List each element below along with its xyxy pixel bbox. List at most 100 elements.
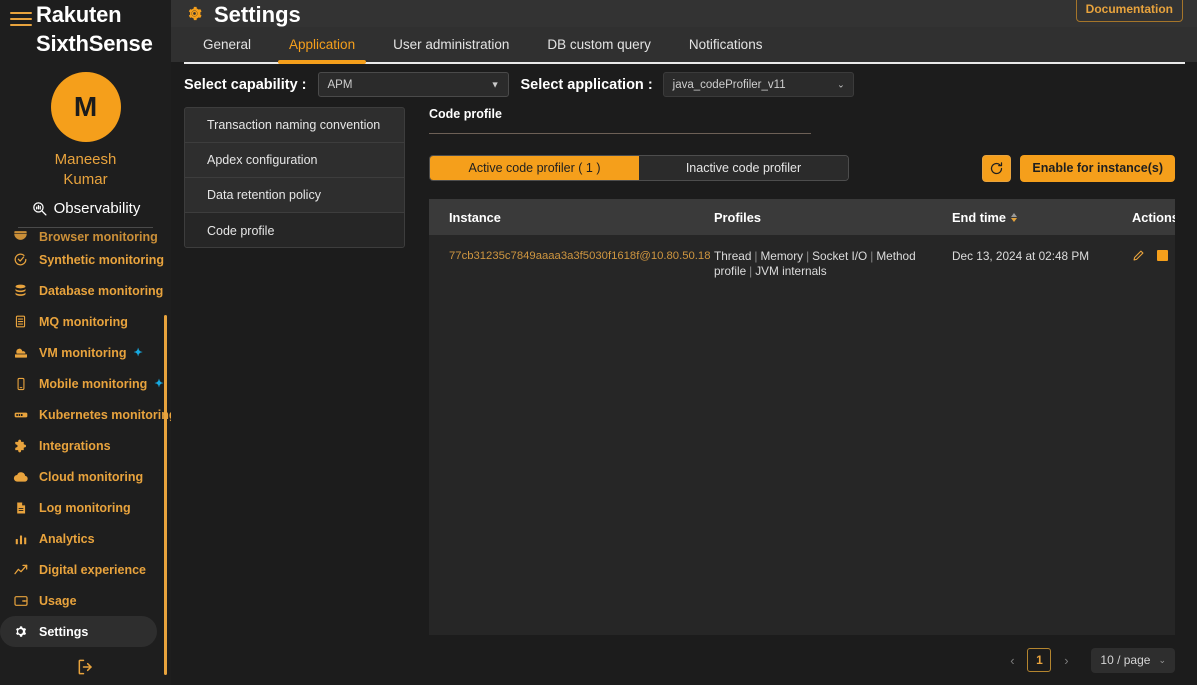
code-profile-panel: Code profile Active code profiler ( 1 ) I… [429,107,1175,635]
chevron-down-icon: ⌄ [1158,654,1166,665]
sort-icon[interactable] [1011,212,1018,222]
tab-db-custom-query[interactable]: DB custom query [528,27,670,62]
sidebar-item-synthetic-monitoring[interactable]: Synthetic monitoring [0,244,171,275]
sidebar-item-mq-monitoring[interactable]: MQ monitoring [0,306,171,337]
cell-profiles: Thread | Memory | Socket I/O | Method profile |… [714,249,952,279]
submenu-item-apdex-configuration[interactable]: Apdex configuration [185,143,404,178]
column-header-end-time[interactable]: End time [952,210,1132,225]
panel-actions: Enable for instance(s) [982,154,1175,182]
table-header: Instance Profiles End time Actions [429,199,1175,235]
refresh-button[interactable] [982,154,1012,182]
gear-icon [12,623,29,640]
vm-icon [12,344,29,361]
sidebar-item-log-monitoring[interactable]: Log monitoring [0,492,171,523]
ai-sparkle-icon: ✦ [133,347,143,359]
mobile-icon [12,375,29,392]
pagination-next-button[interactable]: › [1055,649,1077,671]
sidebar-item-label: Mobile monitoring [39,376,148,391]
sidebar-scrollbar[interactable] [164,315,167,675]
sidebar-item-label: MQ monitoring [39,314,128,329]
logout-button[interactable] [0,657,171,677]
sidebar-item-integrations[interactable]: Integrations [0,430,171,461]
log-icon [12,499,29,516]
pagination-prev-button[interactable]: ‹ [1001,649,1023,671]
observability-section[interactable]: Observability [0,200,171,217]
browser-icon [12,230,29,244]
submenu-item-code-profile[interactable]: Code profile [185,213,404,247]
tab-application[interactable]: Application [270,27,374,64]
column-header-actions: Actions [1132,209,1175,225]
tab-user-administration[interactable]: User administration [374,27,528,62]
instances-table: Instance Profiles End time Actions 77cb3… [429,199,1175,635]
sidebar-item-label: Usage [39,593,77,608]
sidebar-item-label: Kubernetes monitoring [39,407,171,422]
edit-icon[interactable] [1132,249,1145,262]
profile-tag: Memory [760,249,804,263]
sidebar-item-settings[interactable]: Settings [0,616,157,647]
documentation-button[interactable]: Documentation [1075,0,1183,22]
profiler-toggle-group: Active code profiler ( 1 ) Inactive code … [429,155,849,181]
user-name: Maneesh Kumar [0,150,171,190]
profile-separator: | [870,249,874,263]
brand-line-1: Rakuten [36,2,122,27]
user-name-line-1: Maneesh [54,151,117,168]
hamburger-menu-icon[interactable] [10,12,32,26]
main-area: Settings Documentation General Applicatio… [171,0,1197,685]
sidebar-item-label: Synthetic monitoring [39,252,164,267]
sidebar-item-label: Digital experience [39,562,146,577]
sidebar-item-mobile-monitoring[interactable]: Mobile monitoring ✦ [0,368,171,399]
enable-for-instances-button[interactable]: Enable for instance(s) [1020,154,1175,182]
refresh-icon [991,161,1003,174]
stop-icon[interactable] [1157,250,1168,261]
ai-sparkle-icon: ✦ [154,378,164,390]
cloud-icon [12,468,29,485]
sidebar-item-analytics[interactable]: Analytics [0,523,171,554]
selector-row: Select capability : APM ▼ Select applica… [171,62,1197,107]
magnifier-chart-icon [31,200,48,217]
sidebar-item-label: Integrations [39,438,111,453]
mq-icon [12,313,29,330]
tab-notifications[interactable]: Notifications [670,27,782,62]
sidebar-item-database-monitoring[interactable]: Database monitoring [0,275,171,306]
profile-separator: | [749,264,753,278]
column-header-profiles: Profiles [714,209,761,225]
pagination-page-1[interactable]: 1 [1027,648,1052,672]
cell-instance[interactable]: 77cb31235c7849aaaa3a3f5030f1618f@10.80.5… [429,249,714,264]
avatar-wrap: M [0,72,171,142]
table-row[interactable]: 77cb31235c7849aaaa3a3f5030f1618f@10.80.5… [429,235,1175,289]
sidebar-item-digital-experience[interactable]: Digital experience [0,554,171,585]
toggle-active-code-profiler[interactable]: Active code profiler ( 1 ) [430,156,639,180]
sidebar-item-label: Browser monitoring [39,230,158,244]
sidebar-item-cloud-monitoring[interactable]: Cloud monitoring [0,461,171,492]
toggle-inactive-code-profiler[interactable]: Inactive code profiler [639,156,848,180]
column-header-instance: Instance [449,209,501,225]
application-select[interactable]: java_codeProfiler_v11 ⌄ [662,72,854,97]
sidebar-item-kubernetes-monitoring[interactable]: Kubernetes monitoring✦ [0,399,171,430]
application-label: Select application : [520,76,653,93]
application-value: java_codeProfiler_v11 [672,78,786,91]
table-body: 77cb31235c7849aaaa3a3f5030f1618f@10.80.5… [429,235,1175,289]
capability-value: APM [327,78,353,91]
tab-general[interactable]: General [184,27,270,62]
sidebar-item-vm-monitoring[interactable]: VM monitoring ✦ [0,337,171,368]
tab-bar: General Application User administration DB … [171,27,1197,64]
synthetic-icon [12,251,29,268]
trend-icon [12,561,29,578]
profile-tag: Socket I/O [812,249,868,263]
sidebar-item-label: Log monitoring [39,500,131,515]
avatar[interactable]: M [50,72,121,142]
page-size-select[interactable]: 10 / page ⌄ [1091,647,1175,673]
cell-actions [1132,249,1175,262]
sidebar-item-usage[interactable]: Usage [0,585,171,616]
settings-submenu: Transaction naming convention Apdex confi… [184,107,405,248]
database-icon [12,282,29,299]
submenu-item-transaction-naming-convention[interactable]: Transaction naming convention [185,108,404,143]
sidebar-item-label: Cloud monitoring [39,469,144,484]
sidebar-item-browser-monitoring[interactable]: Browser monitoring [0,230,171,244]
cell-end-time: Dec 13, 2024 at 02:48 PM [952,249,1090,263]
capability-select[interactable]: APM ▼ [317,72,509,97]
panel-controls: Active code profiler ( 1 ) Inactive code … [429,154,1175,182]
body-area: Transaction naming convention Apdex confi… [171,107,1197,635]
submenu-item-data-retention-policy[interactable]: Data retention policy [185,178,404,213]
chevron-down-icon: ⌄ [837,79,845,89]
